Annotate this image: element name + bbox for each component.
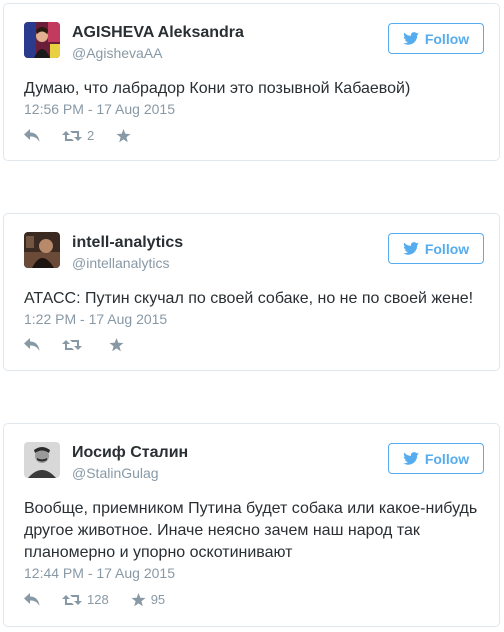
avatar[interactable] (24, 232, 60, 268)
display-name[interactable]: AGISHEVA Aleksandra (72, 24, 244, 42)
tweet-actions: 2 (24, 128, 158, 143)
reply-button[interactable] (24, 338, 40, 352)
username[interactable]: @intellanalytics (72, 255, 169, 271)
retweet-button[interactable] (62, 338, 87, 352)
tweet-card: Иосиф Сталин @StalinGulag Follow Вообще,… (3, 423, 500, 627)
tweet-actions: 128 95 (24, 592, 187, 607)
star-icon (109, 338, 124, 352)
follow-button[interactable]: Follow (388, 23, 484, 54)
favorite-count: 95 (150, 592, 166, 607)
follow-button[interactable]: Follow (388, 233, 484, 264)
retweet-count: 2 (87, 128, 95, 143)
twitter-bird-icon (403, 32, 419, 45)
tweet-actions (24, 338, 151, 352)
tweet-feed: AGISHEVA Aleksandra @AgishevaAA Follow Д… (0, 0, 504, 632)
favorite-button[interactable] (116, 128, 136, 143)
avatar[interactable] (24, 442, 60, 478)
retweet-button[interactable]: 128 (62, 592, 109, 607)
star-icon (131, 592, 146, 606)
username[interactable]: @StalinGulag (72, 465, 159, 481)
timestamp[interactable]: 12:44 PM - 17 Aug 2015 (24, 565, 175, 581)
retweet-button[interactable]: 2 (62, 128, 94, 143)
retweet-icon (62, 594, 82, 605)
favorite-button[interactable]: 95 (131, 592, 165, 607)
follow-label: Follow (424, 240, 470, 257)
star-icon (116, 128, 131, 142)
twitter-bird-icon (403, 242, 419, 255)
follow-label: Follow (424, 450, 470, 467)
display-name[interactable]: Иосиф Сталин (72, 444, 188, 462)
avatar[interactable] (24, 22, 60, 58)
tweet-text: Думаю, что лабрадор Кони это позывной Ка… (24, 80, 411, 97)
reply-icon (24, 338, 40, 351)
retweet-icon (62, 340, 82, 350)
retweet-count: 128 (87, 592, 109, 607)
timestamp[interactable]: 12:56 PM - 17 Aug 2015 (24, 101, 175, 117)
reply-icon (24, 128, 40, 142)
tweet-text: АТАСС: Путин скучал по своей собаке, но … (24, 290, 474, 307)
display-name[interactable]: intell-analytics (72, 234, 183, 252)
tweet-card: AGISHEVA Aleksandra @AgishevaAA Follow Д… (3, 3, 500, 161)
reply-button[interactable] (24, 592, 40, 607)
reply-icon (24, 592, 40, 606)
follow-button[interactable]: Follow (388, 443, 484, 474)
tweet-text: Вообще, приемником Путина будет собака и… (24, 500, 478, 561)
favorite-button[interactable] (109, 338, 129, 352)
retweet-icon (62, 130, 82, 141)
username[interactable]: @AgishevaAA (72, 45, 162, 61)
twitter-bird-icon (403, 452, 419, 465)
follow-label: Follow (424, 30, 470, 47)
tweet-card: intell-analytics @intellanalytics Follow… (3, 213, 500, 371)
reply-button[interactable] (24, 128, 40, 143)
timestamp[interactable]: 1:22 PM - 17 Aug 2015 (24, 311, 167, 327)
